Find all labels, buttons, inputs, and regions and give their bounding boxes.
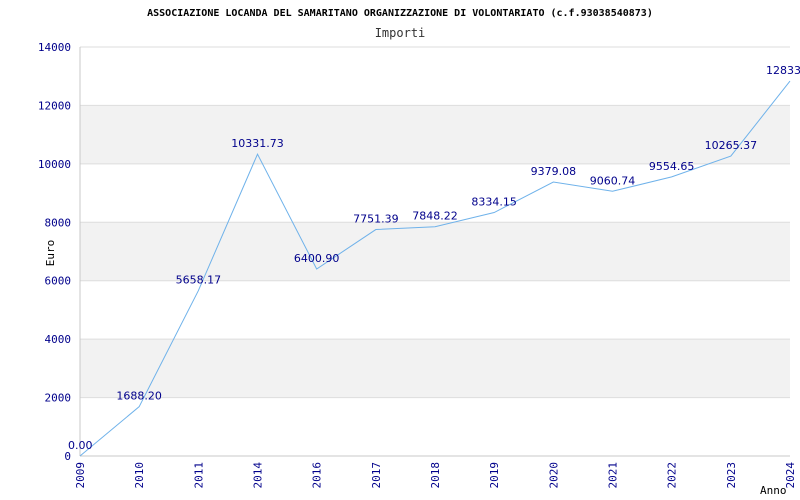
data-label: 8334.15	[471, 196, 517, 209]
data-label: 0.00	[68, 439, 93, 452]
y-tick-label: 14000	[38, 41, 71, 54]
x-tick-label: 2017	[370, 462, 383, 489]
plot-band	[80, 339, 790, 398]
chart-title: ASSOCIAZIONE LOCANDA DEL SAMARITANO ORGA…	[147, 8, 653, 19]
data-label: 10265.37	[705, 139, 758, 152]
x-tick-label: 2018	[429, 462, 442, 489]
y-tick-label: 8000	[45, 216, 72, 229]
data-label: 9554.65	[649, 160, 695, 173]
y-axis-title: Euro	[44, 240, 57, 267]
plot-band	[80, 105, 790, 164]
chart-subtitle: Importi	[375, 26, 426, 40]
x-tick-label: 2020	[547, 462, 560, 489]
y-tick-label: 2000	[45, 392, 72, 405]
data-label: 1688.20	[116, 390, 162, 403]
x-axis-ticks: 2009 2010 2011 2014 2016 2017 2018 2019 2020 2021…	[74, 462, 797, 489]
x-tick-label: 2016	[311, 462, 324, 489]
y-tick-label: 4000	[45, 333, 72, 346]
y-tick-label: 6000	[45, 275, 72, 288]
data-label: 9379.08	[531, 165, 577, 178]
chart-container: 0 2000 4000 6000 8000 10000 12000 14000 2009 201…	[0, 0, 800, 500]
x-tick-label: 2022	[666, 462, 679, 489]
x-tick-label: 2023	[725, 462, 738, 489]
x-tick-label: 2014	[252, 462, 265, 489]
plot-background-bands	[80, 105, 790, 398]
y-tick-label: 10000	[38, 158, 71, 171]
x-axis-title: Anno	[760, 484, 787, 497]
x-tick-label: 2010	[133, 462, 146, 489]
data-label: 10331.73	[231, 137, 284, 150]
plot-band	[80, 222, 790, 281]
data-label: 5658.17	[176, 274, 222, 287]
data-label: 6400.90	[294, 252, 340, 265]
x-tick-label: 2009	[74, 462, 87, 489]
y-tick-label: 12000	[38, 99, 71, 112]
data-label: 12833.	[766, 64, 800, 77]
line-chart: 02000400060008000100001200014000 2009 201…	[38, 8, 800, 497]
data-label: 7848.22	[412, 210, 458, 223]
x-tick-label: 2019	[488, 462, 501, 489]
data-label: 7751.39	[353, 213, 399, 226]
x-tick-label: 2011	[192, 462, 205, 489]
x-tick-label: 2021	[607, 462, 620, 489]
data-label: 9060.74	[590, 174, 636, 187]
